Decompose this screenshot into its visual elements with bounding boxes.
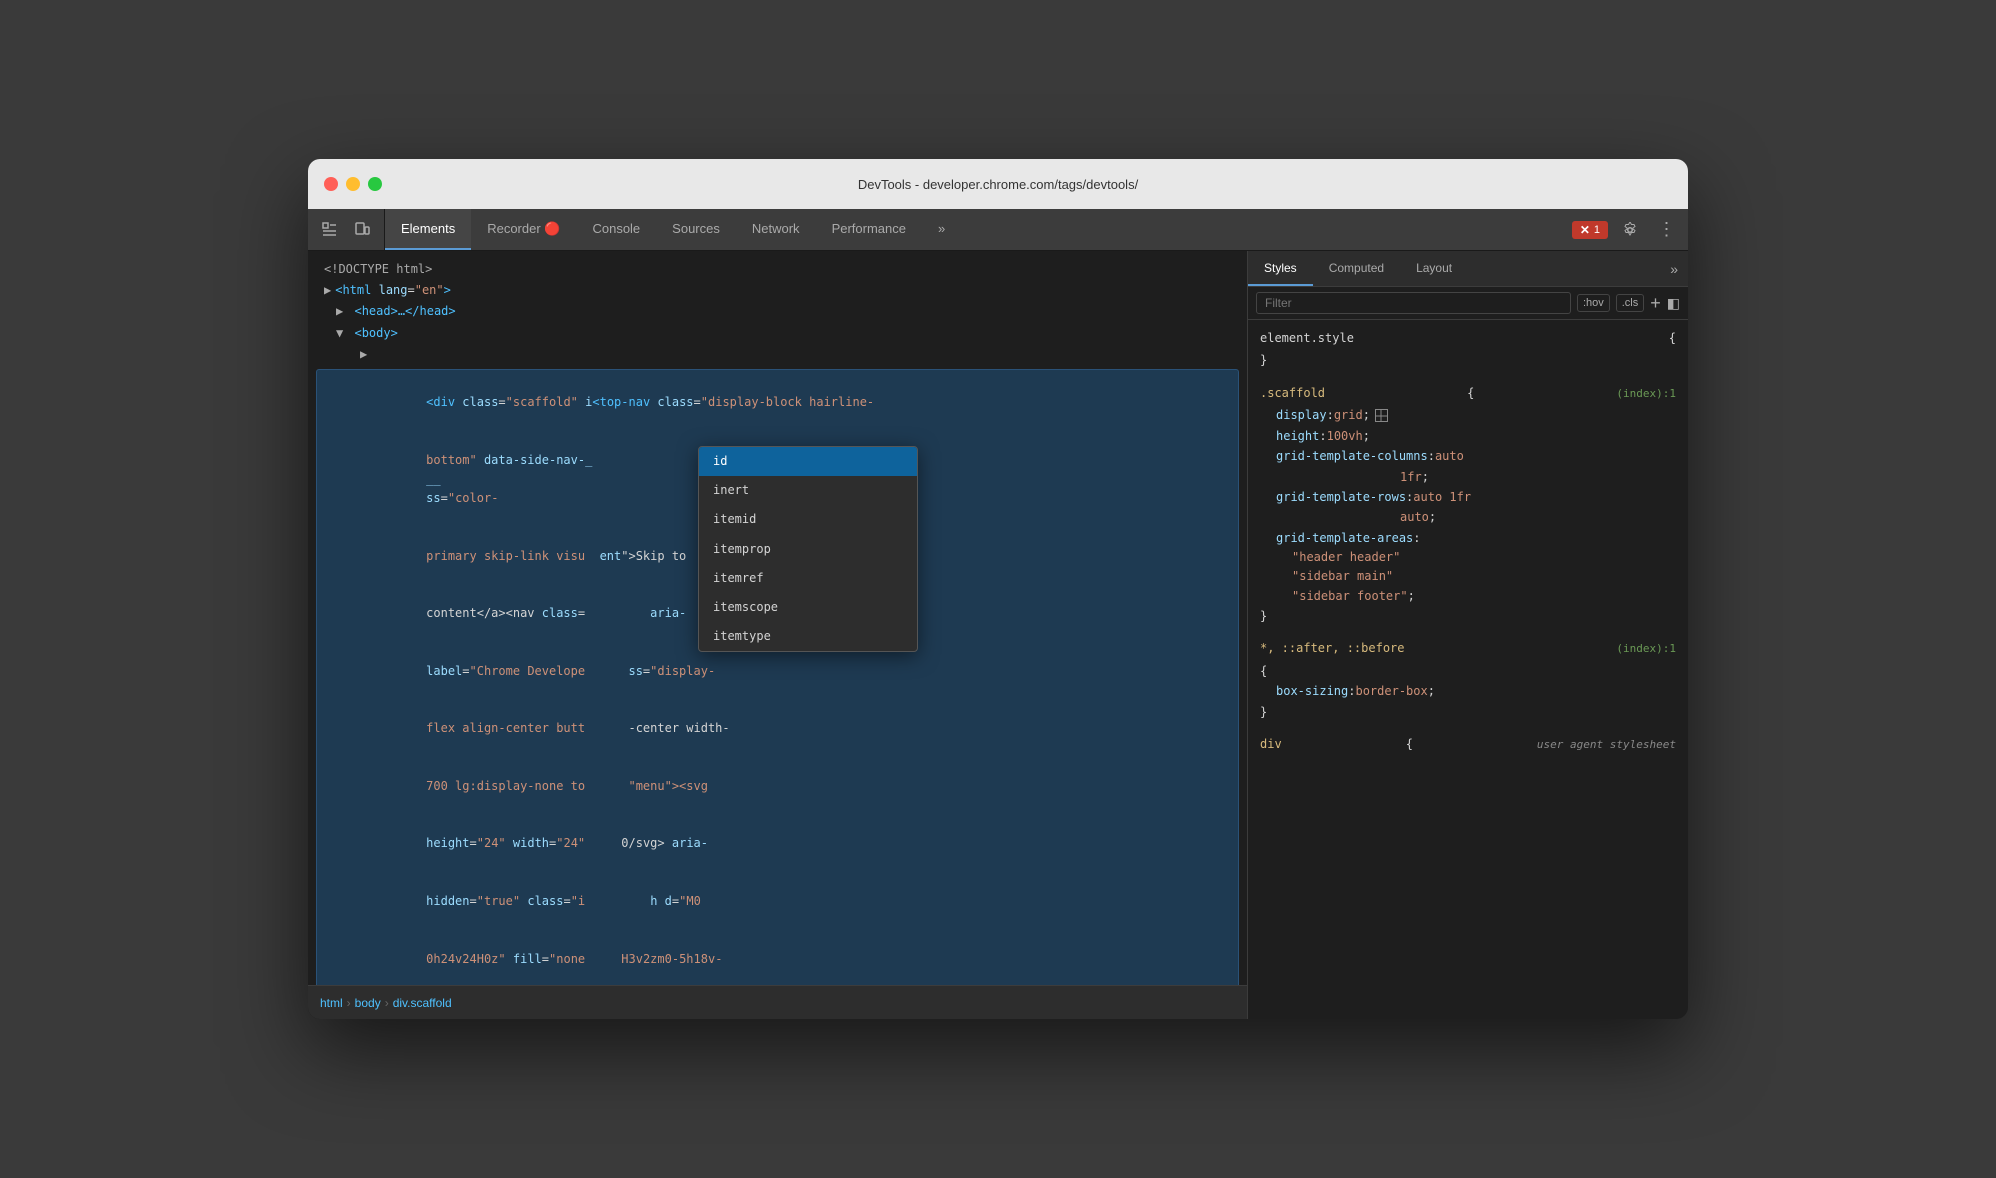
- element-style-close: }: [1260, 350, 1676, 370]
- tab-network[interactable]: Network: [736, 209, 816, 250]
- style-grid-template-areas: grid-template-areas:: [1260, 528, 1676, 548]
- filter-hov-button[interactable]: :hov: [1577, 294, 1610, 312]
- style-areas-val3: "sidebar footer";: [1260, 587, 1676, 606]
- dom-head[interactable]: ▶ <head>…</head>: [308, 301, 1247, 322]
- collapse-icon[interactable]: ▼: [336, 326, 343, 340]
- style-height: height: 100vh;: [1260, 426, 1676, 446]
- main-area: <!DOCTYPE html> ▶<html lang="en"> ▶ <hea…: [308, 251, 1688, 1019]
- universal-selector: *, ::after, ::before (index):1: [1260, 638, 1676, 659]
- tab-more[interactable]: »: [922, 209, 961, 250]
- styles-content: element.style { } .scaffold { (index):1 …: [1248, 320, 1688, 1019]
- devtools-tabs: Elements Recorder 🔴 Console Sources Netw…: [385, 209, 1564, 250]
- scaffold-style-rule: .scaffold { (index):1 display: grid; hei…: [1260, 383, 1676, 626]
- autocomplete-item-itemref[interactable]: itemref: [699, 564, 917, 593]
- autocomplete-item-itemtype[interactable]: itemtype: [699, 622, 917, 651]
- devtools-tab-bar: Elements Recorder 🔴 Console Sources Netw…: [308, 209, 1688, 251]
- autocomplete-item-inert[interactable]: inert: [699, 476, 917, 505]
- div-selector: div { user agent stylesheet: [1260, 734, 1676, 755]
- dom-body[interactable]: ▼ <body>: [308, 323, 1247, 344]
- window-title: DevTools - developer.chrome.com/tags/dev…: [858, 177, 1138, 192]
- tab-bar-left-icons: [308, 209, 385, 250]
- autocomplete-item-itemid[interactable]: itemid: [699, 505, 917, 534]
- dom-tree[interactable]: <!DOCTYPE html> ▶<html lang="en"> ▶ <hea…: [308, 251, 1247, 985]
- add-style-button[interactable]: +: [1650, 294, 1661, 312]
- tab-recorder[interactable]: Recorder 🔴: [471, 209, 576, 250]
- toggle-changes-icon[interactable]: ◧: [1667, 295, 1680, 312]
- filter-cls-button[interactable]: .cls: [1616, 294, 1645, 312]
- tab-styles[interactable]: Styles: [1248, 251, 1313, 286]
- autocomplete-dropdown[interactable]: id inert itemid itemprop itemref itemsco…: [698, 446, 918, 652]
- tab-performance[interactable]: Performance: [816, 209, 922, 250]
- device-toggle-button[interactable]: [348, 216, 376, 244]
- breadcrumb: html › body › div.scaffold: [308, 985, 1247, 1019]
- breadcrumb-html[interactable]: html: [320, 996, 343, 1010]
- expand-icon[interactable]: ▶: [336, 304, 343, 318]
- style-areas-val: "header header": [1260, 548, 1676, 567]
- autocomplete-item-itemscope[interactable]: itemscope: [699, 593, 917, 622]
- expand-icon[interactable]: ▶: [360, 347, 367, 361]
- universal-source: (index):1: [1616, 640, 1676, 659]
- tab-layout[interactable]: Layout: [1400, 251, 1468, 286]
- universal-style-rule: *, ::after, ::before (index):1 { box-siz…: [1260, 638, 1676, 722]
- tab-console[interactable]: Console: [576, 209, 656, 250]
- universal-close: }: [1260, 702, 1676, 722]
- style-grid-template-columns-val: 1fr;: [1260, 467, 1676, 487]
- dom-doctype: <!DOCTYPE html>: [308, 259, 1247, 280]
- styles-tab-bar: Styles Computed Layout »: [1248, 251, 1688, 287]
- inspect-element-button[interactable]: [316, 216, 344, 244]
- autocomplete-item-id[interactable]: id: [699, 447, 917, 476]
- style-grid-template-rows-val: auto;: [1260, 507, 1676, 527]
- devtools-container: Elements Recorder 🔴 Console Sources Netw…: [308, 209, 1688, 1019]
- devtools-window: DevTools - developer.chrome.com/tags/dev…: [308, 159, 1688, 1019]
- tab-bar-right: ✕ 1 ⋮: [1564, 209, 1688, 250]
- style-grid-template-columns: grid-template-columns: auto: [1260, 446, 1676, 466]
- style-grid-template-rows: grid-template-rows: auto 1fr: [1260, 487, 1676, 507]
- style-box-sizing: box-sizing: border-box;: [1260, 681, 1676, 701]
- selected-element-line1: <div class="scaffold" i<top-nav class="d…: [325, 374, 1230, 432]
- tab-elements[interactable]: Elements: [385, 209, 471, 250]
- elements-panel: <!DOCTYPE html> ▶<html lang="en"> ▶ <hea…: [308, 251, 1248, 1019]
- expand-icon[interactable]: ▶: [324, 283, 331, 297]
- div-source: user agent stylesheet: [1537, 736, 1676, 755]
- tab-more-styles[interactable]: »: [1660, 251, 1688, 286]
- div-style-rule: div { user agent stylesheet: [1260, 734, 1676, 755]
- more-options-button[interactable]: ⋮: [1652, 216, 1680, 244]
- style-display: display: grid;: [1260, 405, 1676, 425]
- settings-button[interactable]: [1616, 216, 1644, 244]
- tab-computed[interactable]: Computed: [1313, 251, 1400, 286]
- dom-arrow[interactable]: ▶: [308, 344, 1247, 365]
- scaffold-source: (index):1: [1616, 385, 1676, 404]
- dom-html[interactable]: ▶<html lang="en">: [308, 280, 1247, 301]
- maximize-button[interactable]: [368, 177, 382, 191]
- styles-panel: Styles Computed Layout » :hov .cls +: [1248, 251, 1688, 1019]
- autocomplete-item-itemprop[interactable]: itemprop: [699, 535, 917, 564]
- style-areas-val2: "sidebar main": [1260, 567, 1676, 586]
- traffic-lights: [324, 177, 382, 191]
- close-button[interactable]: [324, 177, 338, 191]
- grid-display-icon[interactable]: [1375, 409, 1388, 422]
- error-badge[interactable]: ✕ 1: [1572, 221, 1608, 239]
- breadcrumb-div-scaffold[interactable]: div.scaffold: [393, 996, 452, 1010]
- scaffold-selector: .scaffold { (index):1: [1260, 383, 1676, 404]
- minimize-button[interactable]: [346, 177, 360, 191]
- tab-sources[interactable]: Sources: [656, 209, 736, 250]
- element-style-selector: element.style {: [1260, 328, 1676, 348]
- filter-input[interactable]: [1256, 292, 1571, 314]
- breadcrumb-body[interactable]: body: [355, 996, 381, 1010]
- filter-bar: :hov .cls + ◧: [1248, 287, 1688, 320]
- scaffold-close: }: [1260, 606, 1676, 626]
- title-bar: DevTools - developer.chrome.com/tags/dev…: [308, 159, 1688, 209]
- element-style-rule: element.style { }: [1260, 328, 1676, 371]
